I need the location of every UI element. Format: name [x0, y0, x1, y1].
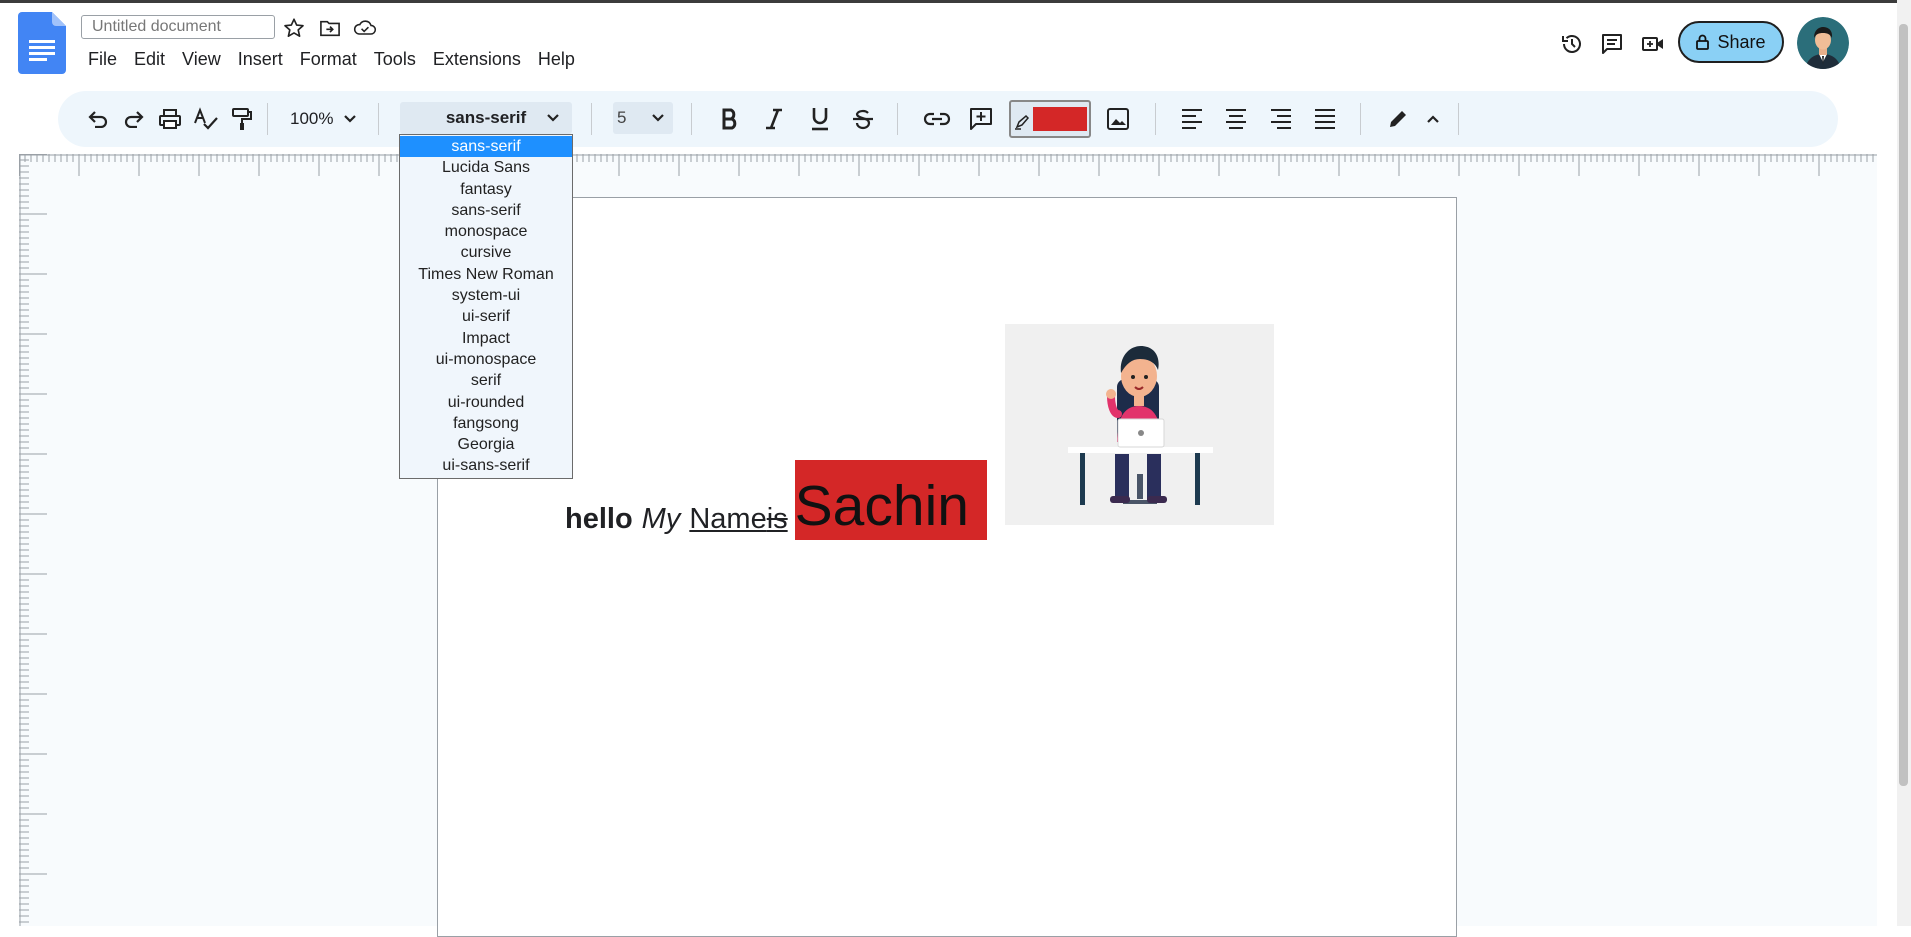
font-option[interactable]: ui-serif: [400, 306, 572, 327]
strikethrough-icon[interactable]: [849, 105, 877, 133]
font-option[interactable]: fantasy: [400, 179, 572, 200]
font-size-value: 5: [617, 108, 627, 127]
undo-icon[interactable]: [84, 105, 112, 133]
menu-extensions[interactable]: Extensions: [433, 49, 521, 70]
insert-image-icon[interactable]: [1103, 105, 1133, 133]
menu-format[interactable]: Format: [300, 49, 357, 70]
align-right-icon[interactable]: [1267, 105, 1295, 133]
inserted-image-person-at-desk[interactable]: [1005, 324, 1274, 525]
font-option[interactable]: monospace: [400, 221, 572, 242]
meet-video-icon[interactable]: [1640, 31, 1666, 57]
highlighted-large-word: Sachin: [794, 460, 987, 540]
menu-help[interactable]: Help: [538, 49, 575, 70]
star-icon[interactable]: [282, 16, 306, 40]
menu-view[interactable]: View: [182, 49, 221, 70]
font-family-select[interactable]: sans-serif: [400, 102, 572, 134]
add-comment-icon[interactable]: [966, 105, 996, 133]
insert-link-icon[interactable]: [922, 105, 952, 133]
font-family-dropdown-list[interactable]: sans-serif Lucida Sans fantasy sans-serif mo…: [399, 134, 573, 479]
underlined-word: Name: [689, 503, 767, 535]
zoom-select[interactable]: 100%: [290, 105, 368, 133]
toolbar-divider: [591, 103, 592, 135]
bold-word: hello: [565, 503, 633, 535]
font-option[interactable]: serif: [400, 370, 572, 391]
italic-icon[interactable]: [760, 105, 788, 133]
docs-logo-icon[interactable]: [18, 12, 66, 74]
zoom-value: 100%: [290, 109, 334, 128]
scrollbar-thumb[interactable]: [1899, 24, 1908, 786]
document-text-line[interactable]: hello My Name is Sachin: [565, 460, 987, 540]
toolbar-divider: [897, 103, 898, 135]
paint-format-icon[interactable]: [228, 105, 256, 133]
bold-icon[interactable]: [716, 105, 744, 133]
lock-icon: [1696, 34, 1710, 50]
toolbar-divider: [378, 103, 379, 135]
menu-file[interactable]: File: [88, 49, 117, 70]
align-center-icon[interactable]: [1222, 105, 1250, 133]
toolbar-divider: [1155, 103, 1156, 135]
vertical-ruler[interactable]: [19, 154, 49, 926]
chevron-down-icon: [344, 115, 357, 123]
chevron-down-icon: [547, 114, 559, 122]
document-title-input[interactable]: [81, 15, 275, 39]
toolbar-divider: [1458, 103, 1459, 135]
menu-tools[interactable]: Tools: [374, 49, 416, 70]
toolbar-divider: [267, 103, 268, 135]
font-option[interactable]: fangsong: [400, 413, 572, 434]
menu-edit[interactable]: Edit: [134, 49, 165, 70]
window-top-border: [0, 0, 1911, 3]
version-history-icon[interactable]: [1559, 31, 1585, 57]
font-option[interactable]: Impact: [400, 328, 572, 349]
text-color-swatch: [1033, 107, 1087, 131]
font-option[interactable]: ui-rounded: [400, 392, 572, 413]
justify-icon[interactable]: [1311, 105, 1339, 133]
underline-icon[interactable]: [806, 105, 834, 133]
font-option[interactable]: system-ui: [400, 285, 572, 306]
print-icon[interactable]: [156, 105, 184, 133]
italic-word: My: [641, 503, 681, 535]
document-page[interactable]: [437, 197, 1457, 937]
font-family-value: sans-serif: [445, 108, 527, 127]
spellcheck-icon[interactable]: [192, 105, 220, 133]
editing-mode-pencil-icon[interactable]: [1385, 105, 1411, 133]
text-color-button[interactable]: [1009, 100, 1091, 138]
move-to-folder-icon[interactable]: [318, 16, 342, 40]
comments-icon[interactable]: [1599, 31, 1625, 57]
align-left-icon[interactable]: [1178, 105, 1206, 133]
share-label: Share: [1717, 31, 1766, 52]
toolbar-divider: [691, 103, 692, 135]
strikethrough-word: is: [766, 503, 788, 535]
font-option[interactable]: Georgia: [400, 434, 572, 455]
toolbar-divider: [1360, 103, 1361, 135]
font-option[interactable]: cursive: [400, 242, 572, 263]
highlighter-icon: [1015, 114, 1030, 130]
menu-insert[interactable]: Insert: [238, 49, 283, 70]
menu-bar: File Edit View Insert Format Tools Exten…: [88, 49, 575, 70]
collapse-toolbar-chevron-up-icon[interactable]: [1420, 105, 1446, 133]
font-option[interactable]: sans-serif: [400, 136, 572, 158]
font-option[interactable]: ui-monospace: [400, 349, 572, 370]
cloud-saved-icon[interactable]: [353, 16, 377, 40]
font-size-select[interactable]: 5: [613, 102, 673, 134]
share-button[interactable]: Share: [1678, 21, 1784, 63]
horizontal-ruler[interactable]: [19, 154, 1877, 178]
redo-icon[interactable]: [120, 105, 148, 133]
font-option[interactable]: Times New Roman: [400, 264, 572, 285]
font-option[interactable]: Lucida Sans: [400, 157, 572, 178]
chevron-down-icon: [652, 114, 664, 122]
font-option[interactable]: sans-serif: [400, 200, 572, 221]
avatar[interactable]: [1797, 17, 1849, 69]
font-option[interactable]: ui-sans-serif: [400, 455, 572, 476]
